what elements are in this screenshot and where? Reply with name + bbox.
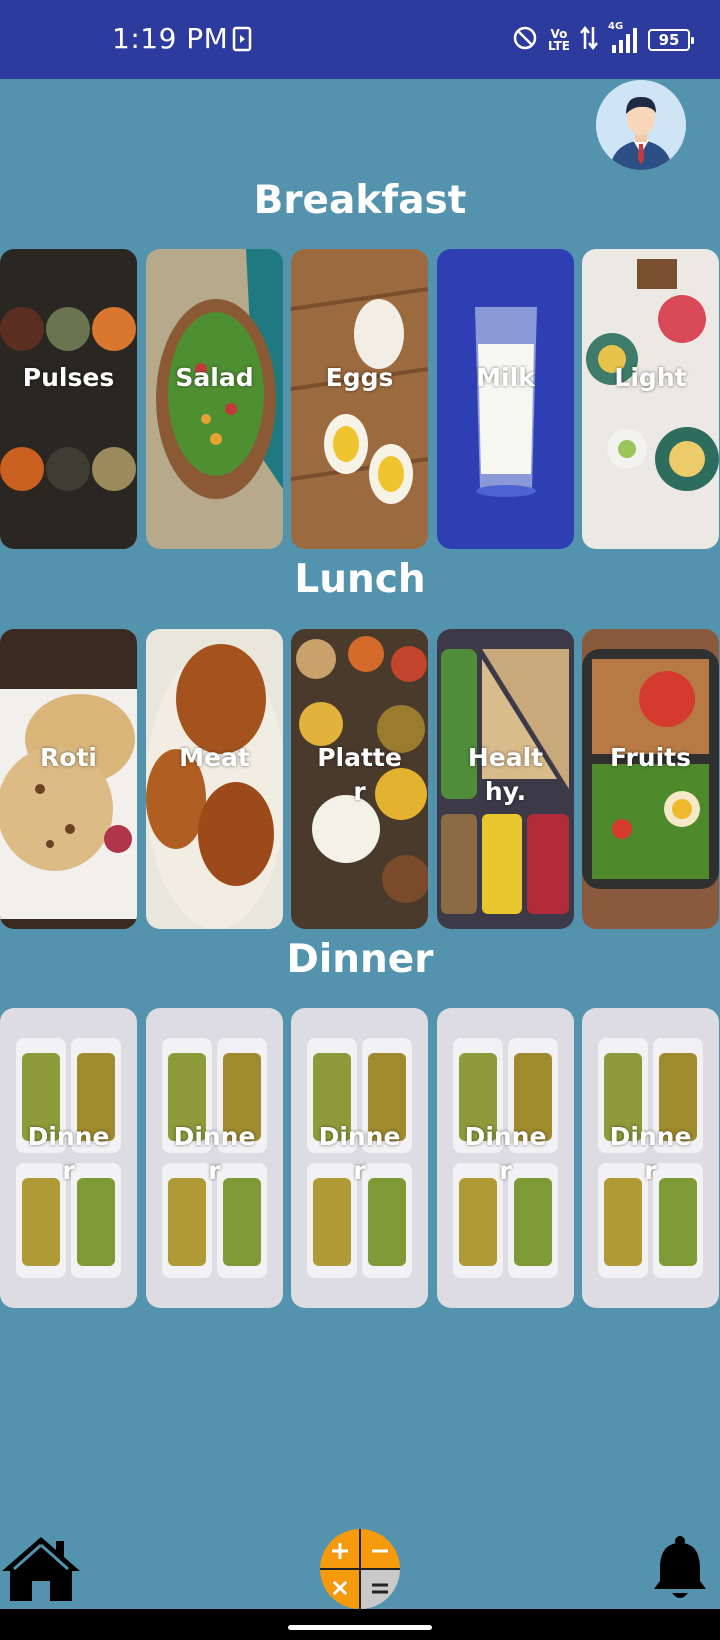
card-label: Salad: [175, 363, 254, 392]
battery-level: 95: [658, 31, 680, 49]
roti-image: [0, 629, 137, 929]
signal-icon: 4G: [608, 21, 638, 55]
volte-icon: Vo LTE: [548, 28, 570, 52]
card-label: Roti: [40, 743, 97, 772]
status-time: 1:19 PM: [112, 22, 229, 55]
bell-icon[interactable]: [650, 1535, 710, 1605]
status-indicators: Vo LTE 4G 95: [512, 21, 694, 58]
card-dinner-3[interactable]: Dinner: [291, 1008, 428, 1308]
milk-image: [437, 249, 574, 549]
fruits-image: [582, 629, 719, 929]
card-milk[interactable]: Milk: [437, 249, 574, 549]
card-platter[interactable]: Platter: [291, 629, 428, 929]
dinner-row: Dinner Dinner Dinner Dinner Dinner: [0, 1008, 720, 1308]
card-dinner-4[interactable]: Dinner: [437, 1008, 574, 1308]
gesture-handle[interactable]: [288, 1625, 432, 1630]
card-dinner-1[interactable]: Dinner: [0, 1008, 137, 1308]
data-arrows-icon: [580, 25, 598, 55]
card-label: Light: [614, 363, 687, 392]
dinner-title: Dinner: [286, 937, 434, 982]
card-label: Platter: [317, 743, 402, 806]
card-dinner-2[interactable]: Dinner: [146, 1008, 283, 1308]
card-label: Dinner: [318, 1122, 401, 1185]
breakfast-row: Pulses Salad Eggs Milk Light: [0, 249, 720, 549]
card-label: Eggs: [325, 363, 394, 392]
card-dinner-5[interactable]: Dinner: [582, 1008, 719, 1308]
meat-image: [146, 629, 283, 929]
battery-icon: 95: [648, 29, 694, 51]
status-bar: 1:19 PM Vo LTE 4G 95: [0, 0, 720, 79]
document-icon: [232, 26, 252, 56]
calculator-icon[interactable]: [320, 1529, 400, 1609]
card-pulses[interactable]: Pulses: [0, 249, 137, 549]
card-label: Meat: [179, 743, 250, 772]
user-avatar-icon[interactable]: [596, 80, 686, 170]
card-fruits[interactable]: Fruits: [582, 629, 719, 929]
card-meat[interactable]: Meat: [146, 629, 283, 929]
bottom-nav: [0, 1525, 720, 1609]
card-label: Dinner: [173, 1122, 256, 1185]
lunch-title: Lunch: [294, 557, 426, 602]
card-label: Dinner: [609, 1122, 692, 1185]
light-image: [582, 249, 719, 549]
eggs-image: [291, 249, 428, 549]
pulses-image: [0, 249, 137, 549]
card-label: Dinner: [27, 1122, 110, 1185]
volte-bottom: LTE: [547, 39, 570, 53]
card-label: Milk: [476, 363, 535, 392]
card-label: Pulses: [22, 363, 115, 392]
do-not-disturb-icon: [512, 25, 538, 55]
salad-image: [146, 249, 283, 549]
card-salad[interactable]: Salad: [146, 249, 283, 549]
card-light[interactable]: Light: [582, 249, 719, 549]
lunch-row: Roti Meat Platter Healthy. Fruits: [0, 629, 720, 929]
home-icon[interactable]: [0, 1535, 82, 1607]
breakfast-title: Breakfast: [253, 178, 467, 223]
card-label: Healthy.: [467, 743, 544, 806]
card-eggs[interactable]: Eggs: [291, 249, 428, 549]
card-roti[interactable]: Roti: [0, 629, 137, 929]
card-label: Dinner: [464, 1122, 547, 1185]
card-healthy[interactable]: Healthy.: [437, 629, 574, 929]
card-label: Fruits: [609, 743, 691, 772]
